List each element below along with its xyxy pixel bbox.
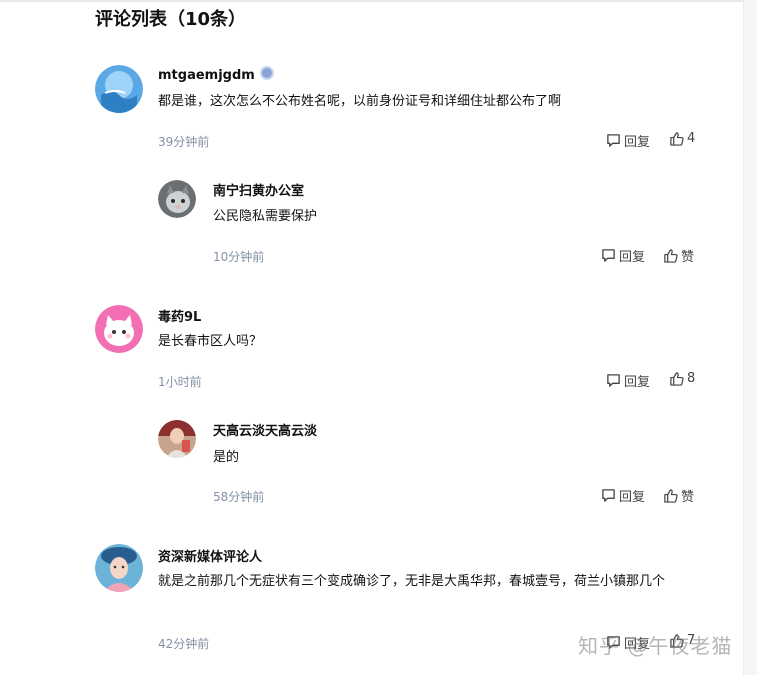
- username[interactable]: mtgaemjgdm: [158, 66, 274, 83]
- scrollbar-track[interactable]: [743, 0, 757, 675]
- comment-time: 42分钟前: [158, 637, 210, 651]
- thumbs-up-icon: [670, 372, 684, 386]
- comment-time: 1小时前: [158, 375, 202, 389]
- reply-button[interactable]: 回复: [606, 371, 650, 390]
- thumbs-up-icon: [664, 489, 678, 503]
- thumbs-up-icon: [670, 132, 684, 146]
- avatar[interactable]: [158, 180, 196, 218]
- avatar[interactable]: [95, 305, 143, 353]
- reply-text: 公民隐私需要保护: [213, 209, 318, 224]
- like-button[interactable]: 4: [669, 131, 695, 146]
- like-button[interactable]: 8: [669, 371, 695, 386]
- top-divider: [0, 0, 757, 2]
- comment-icon: [607, 374, 620, 387]
- comment-text: 都是谁，这次怎么不公布姓名呢，以前身份证号和详细住址都公布了啊: [158, 94, 562, 109]
- reply-time: 10分钟前: [213, 250, 265, 264]
- avatar[interactable]: [158, 420, 196, 458]
- comment-icon: [602, 249, 615, 262]
- comment-text: 是长春市区人吗？: [158, 334, 263, 349]
- watermark: 知乎 @午夜老猫: [578, 634, 733, 658]
- reply-text: 是的: [213, 450, 240, 465]
- avatar[interactable]: [95, 65, 143, 113]
- reply-button[interactable]: 回复: [601, 486, 645, 505]
- reply-time: 58分钟前: [213, 490, 265, 504]
- comment-icon: [607, 134, 620, 147]
- verified-badge-icon: [259, 66, 274, 80]
- username[interactable]: 毒药9L: [158, 306, 201, 325]
- username[interactable]: 南宁扫黄办公室: [213, 180, 304, 199]
- avatar[interactable]: [95, 544, 143, 592]
- comment-time: 39分钟前: [158, 135, 210, 149]
- like-button[interactable]: 赞: [663, 246, 694, 265]
- like-button[interactable]: 赞: [663, 486, 694, 505]
- username[interactable]: 资深新媒体评论人: [158, 546, 262, 565]
- thumbs-up-icon: [664, 249, 678, 263]
- reply-button[interactable]: 回复: [606, 131, 650, 150]
- username[interactable]: 天高云淡天高云淡: [213, 420, 317, 439]
- comment-list-title: 评论列表（10条）: [95, 9, 247, 30]
- reply-button[interactable]: 回复: [601, 246, 645, 265]
- comment-icon: [602, 489, 615, 502]
- comment-text: 就是之前那几个无症状有三个变成确诊了，无非是大禹华邦，春城壹号，荷兰小镇那几个: [158, 574, 666, 589]
